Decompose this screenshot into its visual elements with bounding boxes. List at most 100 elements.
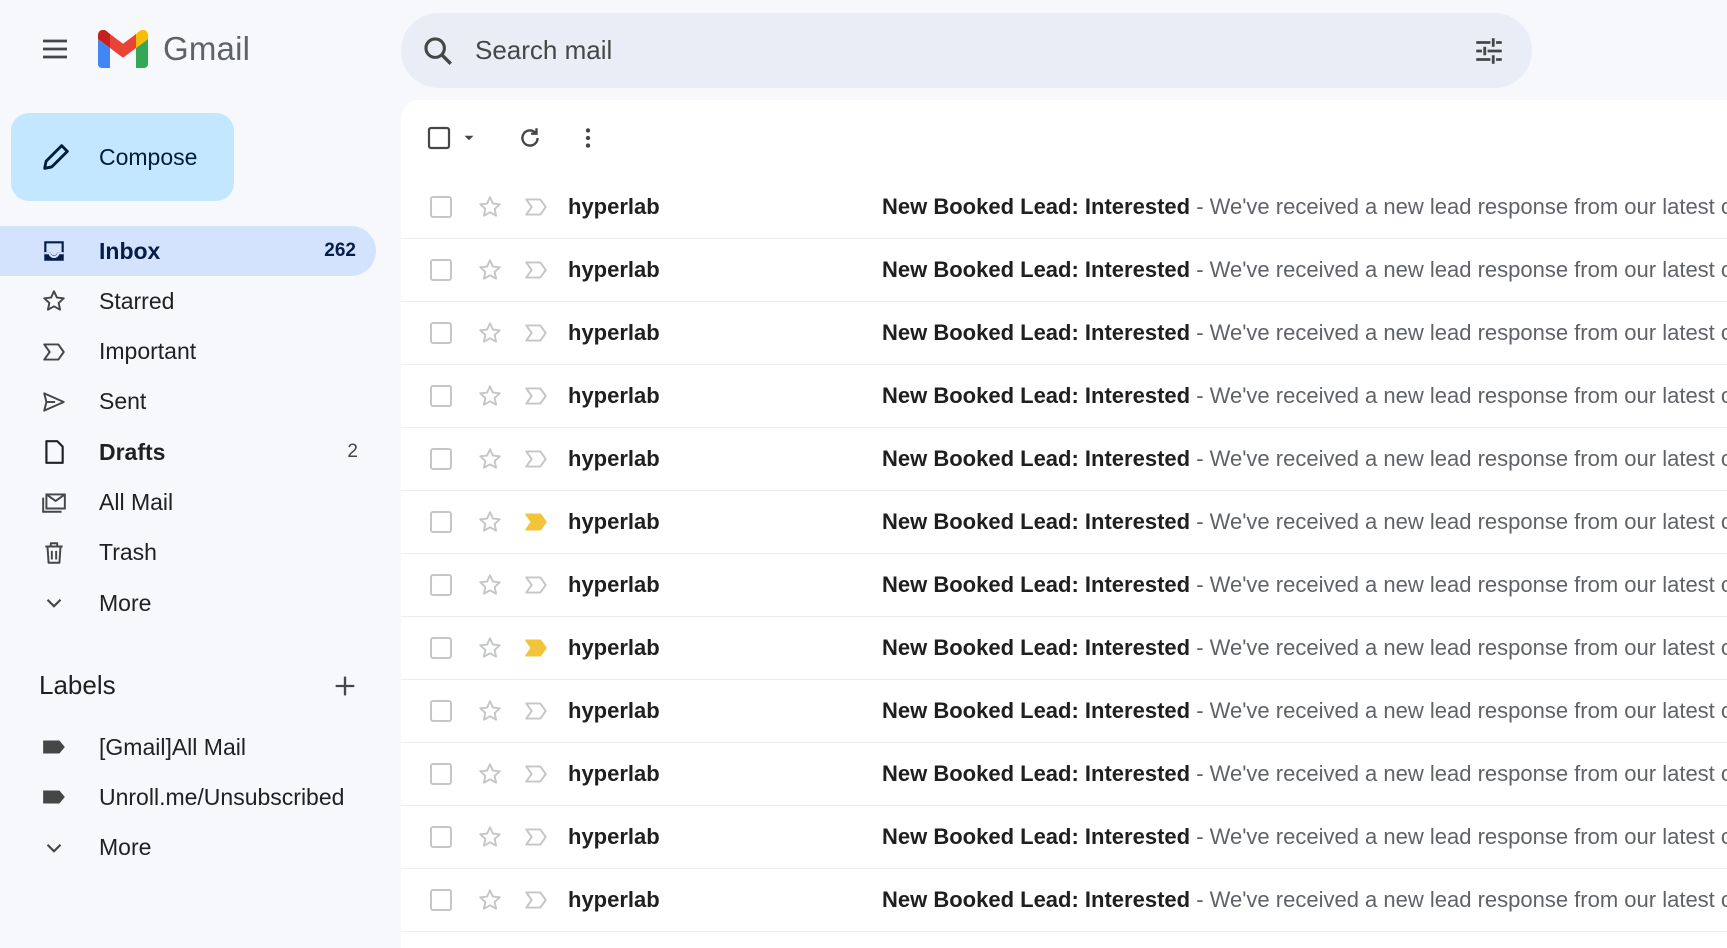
sidebar-item-important[interactable]: Important [0,327,376,377]
select-all-checkbox[interactable] [427,125,451,151]
sidebar-item-label: Sent [99,388,147,415]
email-snippet: - We've received a new lead response fro… [1196,446,1727,471]
important-icon[interactable] [523,572,549,598]
email-subject: New Booked Lead: Interested [882,446,1191,471]
sidebar-item-starred[interactable]: Starred [0,276,376,326]
sidebar-item-more[interactable]: More [0,578,376,628]
sidebar-nav: Inbox 262 Starred Important Sent Drafts … [0,226,376,628]
add-label-icon[interactable] [331,672,359,700]
search-bar[interactable] [401,13,1532,88]
important-icon[interactable] [523,446,549,472]
important-icon[interactable] [523,698,549,724]
important-icon[interactable] [523,320,549,346]
email-row[interactable]: hyperlab New Booked Lead: Interested - W… [401,491,1727,554]
row-checkbox-icon[interactable] [429,636,453,660]
star-icon[interactable] [477,887,503,913]
email-row[interactable]: hyperlab New Booked Lead: Interested - W… [401,365,1727,428]
labels-more[interactable]: More [0,823,376,873]
sidebar-item-all-mail[interactable]: All Mail [0,477,376,527]
search-icon[interactable] [421,34,455,68]
star-icon[interactable] [477,194,503,220]
email-list: hyperlab New Booked Lead: Interested - W… [401,176,1727,932]
email-row[interactable]: hyperlab New Booked Lead: Interested - W… [401,239,1727,302]
email-subject: New Booked Lead: Interested [882,572,1191,597]
search-input[interactable] [475,35,1472,66]
email-snippet: - We've received a new lead response fro… [1196,887,1727,912]
compose-button[interactable]: Compose [11,113,234,201]
row-checkbox-icon[interactable] [429,825,453,849]
star-icon[interactable] [477,824,503,850]
email-row[interactable]: hyperlab New Booked Lead: Interested - W… [401,806,1727,869]
sidebar-item-sent[interactable]: Sent [0,377,376,427]
gmail-logo[interactable]: Gmail [98,30,250,68]
email-subject-line: New Booked Lead: Interested - We've rece… [882,572,1727,598]
star-icon[interactable] [477,509,503,535]
star-icon[interactable] [477,761,503,787]
all-mail-icon [40,488,68,516]
email-row[interactable]: hyperlab New Booked Lead: Interested - W… [401,428,1727,491]
label-name: [Gmail]All Mail [99,733,246,760]
unread-count: 262 [324,240,356,261]
star-icon[interactable] [477,698,503,724]
important-icon[interactable] [523,194,549,220]
email-row[interactable]: hyperlab New Booked Lead: Interested - W… [401,869,1727,932]
row-checkbox-icon[interactable] [429,510,453,534]
draft-count: 2 [347,441,358,463]
label-icon [40,783,68,811]
row-checkbox-icon[interactable] [429,699,453,723]
important-icon[interactable] [523,257,549,283]
important-icon[interactable] [523,887,549,913]
email-subject-line: New Booked Lead: Interested - We've rece… [882,320,1727,346]
important-icon[interactable] [523,509,549,535]
email-subject: New Booked Lead: Interested [882,320,1191,345]
email-subject-line: New Booked Lead: Interested - We've rece… [882,446,1727,472]
star-icon[interactable] [477,320,503,346]
star-icon[interactable] [477,446,503,472]
email-row[interactable]: hyperlab New Booked Lead: Interested - W… [401,554,1727,617]
row-checkbox-icon[interactable] [429,888,453,912]
email-row[interactable]: hyperlab New Booked Lead: Interested - W… [401,743,1727,806]
row-checkbox-icon[interactable] [429,573,453,597]
row-checkbox-icon[interactable] [429,195,453,219]
select-menu-button[interactable] [459,129,479,147]
email-subject-line: New Booked Lead: Interested - We've rece… [882,257,1727,283]
main-menu-button[interactable] [28,22,82,76]
list-toolbar [401,100,1727,176]
sidebar-item-trash[interactable]: Trash [0,528,376,578]
email-subject: New Booked Lead: Interested [882,887,1191,912]
important-icon[interactable] [523,383,549,409]
search-options-icon[interactable] [1472,34,1506,68]
row-checkbox-icon[interactable] [429,762,453,786]
sidebar-item-label: Inbox [99,237,161,264]
email-subject-line: New Booked Lead: Interested - We've rece… [882,509,1727,535]
email-sender: hyperlab [568,446,660,471]
row-checkbox-icon[interactable] [429,447,453,471]
sidebar-item-inbox[interactable]: Inbox 262 [0,226,376,276]
email-row[interactable]: hyperlab New Booked Lead: Interested - W… [401,176,1727,239]
star-icon[interactable] [477,383,503,409]
star-icon[interactable] [477,572,503,598]
more-actions-button[interactable] [573,125,603,151]
important-icon[interactable] [523,635,549,661]
compose-label: Compose [99,143,198,170]
label-item[interactable]: [Gmail]All Mail [0,722,376,772]
important-icon[interactable] [523,761,549,787]
star-icon[interactable] [477,635,503,661]
email-subject: New Booked Lead: Interested [882,509,1191,534]
sidebar-item-label: Drafts [99,438,166,465]
email-row[interactable]: hyperlab New Booked Lead: Interested - W… [401,680,1727,743]
draft-icon [40,438,68,466]
refresh-button[interactable] [515,125,545,151]
row-checkbox-icon[interactable] [429,384,453,408]
email-snippet: - We've received a new lead response fro… [1196,698,1727,723]
email-row[interactable]: hyperlab New Booked Lead: Interested - W… [401,302,1727,365]
star-icon[interactable] [477,257,503,283]
important-icon[interactable] [523,824,549,850]
sidebar-item-drafts[interactable]: Drafts 2 [0,427,376,477]
email-snippet: - We've received a new lead response fro… [1196,824,1727,849]
label-item[interactable]: Unroll.me/Unsubscribed [0,772,376,822]
gmail-m-icon [98,30,148,68]
row-checkbox-icon[interactable] [429,258,453,282]
email-row[interactable]: hyperlab New Booked Lead: Interested - W… [401,617,1727,680]
row-checkbox-icon[interactable] [429,321,453,345]
